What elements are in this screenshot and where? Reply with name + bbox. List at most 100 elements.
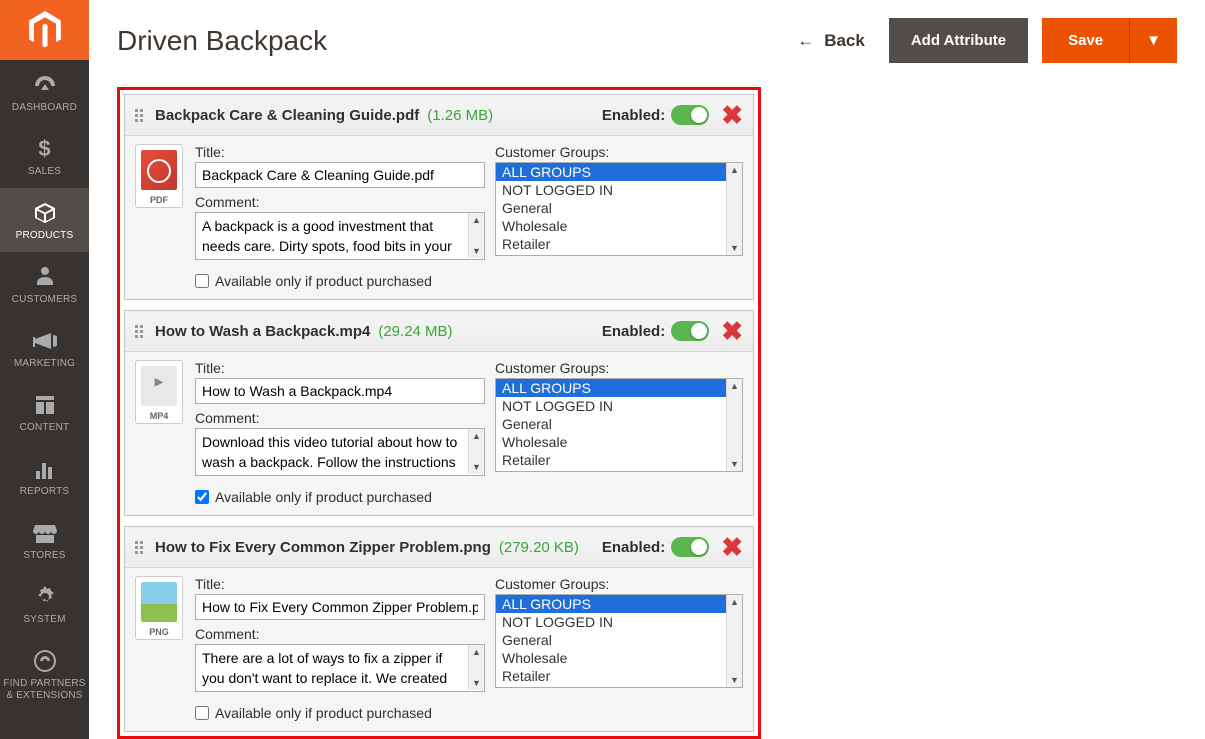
back-button[interactable]: ← Back — [797, 31, 865, 51]
customer-group-option[interactable]: General — [496, 199, 726, 217]
select-scrollbar[interactable]: ▲▼ — [726, 379, 742, 471]
drag-handle-icon[interactable] — [135, 538, 145, 556]
select-scrollbar[interactable]: ▲▼ — [726, 163, 742, 255]
nav-label: SALES — [0, 166, 89, 178]
customer-group-option[interactable]: ALL GROUPS — [496, 595, 726, 613]
available-purchased-row[interactable]: Available only if product purchased — [195, 273, 743, 289]
customer-group-option[interactable]: Wholesale — [496, 217, 726, 235]
sales-icon: $ — [0, 136, 89, 162]
customer-group-option[interactable]: Retailer — [496, 667, 726, 685]
attachment-filename: Backpack Care & Cleaning Guide.pdf — [155, 107, 419, 124]
nav-label: STORES — [0, 550, 89, 562]
customer-group-option[interactable]: General — [496, 415, 726, 433]
customer-group-option[interactable]: Wholesale — [496, 649, 726, 667]
delete-icon[interactable]: ✖ — [721, 318, 743, 344]
page-header: Driven Backpack ← Back Add Attribute Sav… — [117, 0, 1177, 87]
comment-label: Comment: — [195, 194, 485, 210]
attachment-header: How to Wash a Backpack.mp4 (29.24 MB) Enab… — [125, 311, 753, 352]
available-purchased-checkbox[interactable] — [195, 706, 209, 720]
products-icon — [0, 200, 89, 226]
title-input[interactable] — [195, 594, 485, 620]
customer-group-option[interactable]: General — [496, 631, 726, 649]
comment-textarea[interactable] — [195, 428, 485, 476]
nav-item-sales[interactable]: $ SALES — [0, 124, 89, 188]
nav-item-marketing[interactable]: MARKETING — [0, 316, 89, 380]
save-dropdown-button[interactable]: ▼ — [1129, 18, 1177, 63]
customer-group-option[interactable]: ALL GROUPS — [496, 163, 726, 181]
available-purchased-label: Available only if product purchased — [215, 273, 432, 289]
nav-item-dashboard[interactable]: DASHBOARD — [0, 60, 89, 124]
save-button[interactable]: Save — [1042, 18, 1129, 63]
nav-label: PRODUCTS — [0, 230, 89, 242]
file-type-icon: PNG — [135, 576, 185, 695]
attachment-filesize: (1.26 MB) — [427, 107, 493, 124]
attachment-filename: How to Wash a Backpack.mp4 — [155, 323, 370, 340]
enabled-label: Enabled: — [602, 107, 665, 124]
customer-groups-select[interactable]: ALL GROUPSNOT LOGGED INGeneralWholesaleR… — [495, 378, 743, 472]
textarea-scrollbar[interactable]: ▲▼ — [468, 645, 484, 690]
attachment-filesize: (29.24 MB) — [378, 323, 452, 340]
title-label: Title: — [195, 144, 485, 160]
enabled-toggle[interactable] — [671, 105, 709, 125]
add-attribute-button[interactable]: Add Attribute — [889, 18, 1028, 63]
chevron-down-icon: ▼ — [1146, 32, 1161, 49]
file-type-icon: MP4 — [135, 360, 185, 479]
magento-logo[interactable] — [0, 0, 89, 60]
dashboard-icon — [0, 72, 89, 98]
delete-icon[interactable]: ✖ — [721, 534, 743, 560]
attachment-card: How to Fix Every Common Zipper Problem.p… — [124, 526, 754, 732]
back-label: Back — [824, 31, 865, 51]
enabled-toggle[interactable] — [671, 537, 709, 557]
nav-label: SYSTEM — [0, 614, 89, 626]
attachment-header: How to Fix Every Common Zipper Problem.p… — [125, 527, 753, 568]
enabled-label: Enabled: — [602, 323, 665, 340]
delete-icon[interactable]: ✖ — [721, 102, 743, 128]
title-input[interactable] — [195, 162, 485, 188]
customer-groups-label: Customer Groups: — [495, 576, 743, 592]
customer-group-option[interactable]: NOT LOGGED IN — [496, 181, 726, 199]
nav-item-content[interactable]: CONTENT — [0, 380, 89, 444]
comment-textarea[interactable] — [195, 644, 485, 692]
enabled-toggle[interactable] — [671, 321, 709, 341]
customer-group-option[interactable]: ALL GROUPS — [496, 379, 726, 397]
customer-group-option[interactable]: NOT LOGGED IN — [496, 613, 726, 631]
available-purchased-label: Available only if product purchased — [215, 489, 432, 505]
nav-item-products[interactable]: PRODUCTS — [0, 188, 89, 252]
nav-item-partners[interactable]: FIND PARTNERS & EXTENSIONS — [0, 636, 89, 712]
arrow-left-icon: ← — [797, 31, 814, 51]
content-icon — [0, 392, 89, 418]
drag-handle-icon[interactable] — [135, 322, 145, 340]
customer-groups-select[interactable]: ALL GROUPSNOT LOGGED INGeneralWholesaleR… — [495, 594, 743, 688]
available-purchased-row[interactable]: Available only if product purchased — [195, 705, 743, 721]
select-scrollbar[interactable]: ▲▼ — [726, 595, 742, 687]
title-label: Title: — [195, 360, 485, 376]
customer-groups-label: Customer Groups: — [495, 144, 743, 160]
customer-groups-label: Customer Groups: — [495, 360, 743, 376]
customer-group-option[interactable]: Retailer — [496, 451, 726, 469]
title-input[interactable] — [195, 378, 485, 404]
nav-item-reports[interactable]: REPORTS — [0, 444, 89, 508]
customer-group-option[interactable]: Retailer — [496, 235, 726, 253]
drag-handle-icon[interactable] — [135, 106, 145, 124]
available-purchased-checkbox[interactable] — [195, 490, 209, 504]
customer-group-option[interactable]: Wholesale — [496, 433, 726, 451]
nav-label: FIND PARTNERS & EXTENSIONS — [0, 678, 89, 702]
available-purchased-checkbox[interactable] — [195, 274, 209, 288]
nav-item-system[interactable]: SYSTEM — [0, 572, 89, 636]
nav-label: CUSTOMERS — [0, 294, 89, 306]
nav-item-customers[interactable]: CUSTOMERS — [0, 252, 89, 316]
textarea-scrollbar[interactable]: ▲▼ — [468, 429, 484, 474]
attachment-header: Backpack Care & Cleaning Guide.pdf (1.26 … — [125, 95, 753, 136]
nav-label: MARKETING — [0, 358, 89, 370]
system-icon — [0, 584, 89, 610]
textarea-scrollbar[interactable]: ▲▼ — [468, 213, 484, 258]
nav-item-stores[interactable]: STORES — [0, 508, 89, 572]
comment-textarea[interactable] — [195, 212, 485, 260]
customers-icon — [0, 264, 89, 290]
page-title: Driven Backpack — [117, 25, 797, 57]
customer-groups-select[interactable]: ALL GROUPSNOT LOGGED INGeneralWholesaleR… — [495, 162, 743, 256]
nav-label: REPORTS — [0, 486, 89, 498]
magento-logo-icon — [28, 11, 62, 49]
customer-group-option[interactable]: NOT LOGGED IN — [496, 397, 726, 415]
available-purchased-row[interactable]: Available only if product purchased — [195, 489, 743, 505]
